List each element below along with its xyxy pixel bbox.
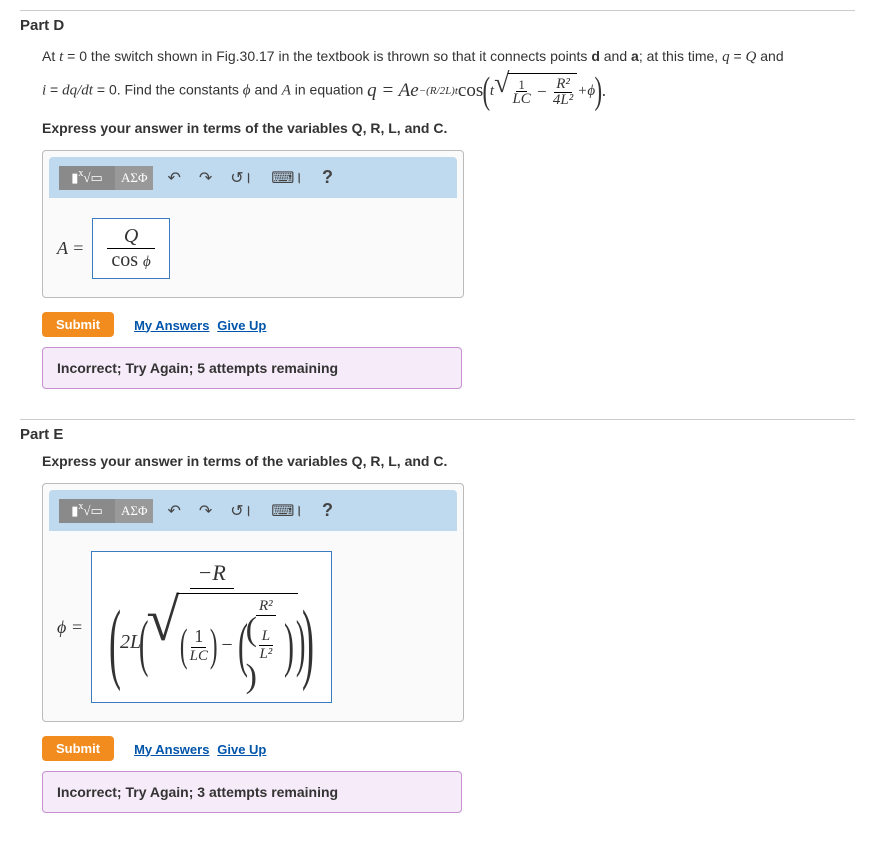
LC-e: LC [187, 648, 211, 665]
part-d-title: Part D [20, 17, 855, 34]
eq-cos: cos [458, 72, 483, 110]
lbracket2: ( [139, 617, 149, 668]
txt: ; at this time, [639, 48, 722, 64]
point-a: a [631, 48, 639, 64]
var-q: q [722, 49, 730, 65]
undo-icon[interactable]: ↶ [163, 166, 184, 190]
answer-row-d: A = Q cos ϕ [43, 204, 463, 297]
undo-icon-e[interactable]: ↶ [163, 499, 184, 523]
actions-e: Submit My Answers Give Up [42, 736, 855, 761]
lbracket1: ( [109, 607, 121, 679]
eq-lhs: q = Ae [367, 72, 419, 110]
txt: and [600, 48, 631, 64]
template-buttons-e[interactable]: ▮x√▭ ΑΣΦ [59, 499, 153, 523]
answer-input-d[interactable]: Q cos ϕ [92, 218, 169, 279]
my-answers-link-e[interactable]: My Answers [134, 742, 209, 757]
dqdt: dq/dt [62, 83, 93, 99]
rparen: ) [595, 80, 603, 103]
keyboard-icon[interactable]: ⌨꠰ [267, 166, 308, 190]
answer-box-d: ▮x√▭ ΑΣΦ ↶ ↷ ↺꠰ ⌨꠰ ? A = Q cos ϕ [42, 150, 464, 298]
redo-icon[interactable]: ↷ [195, 166, 216, 190]
submit-button-e[interactable]: Submit [42, 736, 114, 761]
redo-icon-e[interactable]: ↷ [195, 499, 216, 523]
help-icon[interactable]: ? [318, 165, 337, 190]
one: 1 [516, 78, 527, 92]
L-e: L [259, 628, 273, 646]
label-A: A = [57, 238, 84, 259]
templates-icon[interactable]: ▮x√▭ [59, 166, 115, 190]
part-e-title: Part E [20, 426, 855, 443]
lb3: ( [180, 627, 188, 664]
toolbar-e: ▮x√▭ ΑΣΦ ↶ ↷ ↺꠰ ⌨꠰ ? [49, 490, 457, 531]
var-i: i [42, 83, 46, 99]
sqrt: 1LC − R²4L² [494, 73, 577, 109]
feedback-d: Incorrect; Try Again; 5 attempts remaini… [42, 347, 462, 389]
plusphi: +ϕ [577, 76, 595, 106]
answer-row-e: ϕ = −R ( 2L ( ( [43, 537, 463, 721]
lparen: ( [483, 80, 491, 103]
rb3: ) [210, 627, 218, 664]
reset-icon-e[interactable]: ↺꠰ [226, 499, 257, 523]
lb4: ( [238, 621, 248, 669]
point-d: d [591, 48, 600, 64]
one-e: 1 [191, 626, 206, 648]
rb4: ) [284, 621, 294, 669]
express-d: Express your answer in terms of the vari… [42, 120, 855, 136]
txt: in equation [291, 82, 367, 98]
help-icon-e[interactable]: ? [318, 498, 337, 523]
actions-d: Submit My Answers Give Up [42, 312, 855, 337]
templates-icon-e[interactable]: ▮x√▭ [59, 499, 115, 523]
answer-input-e[interactable]: −R ( 2L ( ( 1LC ) − [91, 551, 332, 703]
R2: R² [554, 77, 572, 93]
txt: = 0. Find the constants [93, 82, 243, 98]
txt: = 0 the switch shown in Fig.30.17 in the… [63, 48, 591, 64]
eq-exp: −(R/2L)t [419, 80, 458, 102]
my-answers-link-d[interactable]: My Answers [134, 318, 209, 333]
reset-icon[interactable]: ↺꠰ [226, 166, 257, 190]
txt: and [756, 48, 783, 64]
L2-e: L² [256, 646, 275, 663]
greek-button[interactable]: ΑΣΦ [115, 166, 153, 190]
txt: At [42, 48, 59, 64]
submit-button-d[interactable]: Submit [42, 312, 114, 337]
4L2: 4L² [551, 93, 575, 108]
var-phi: ϕ [243, 83, 251, 99]
label-phi: ϕ = [57, 617, 83, 638]
part-e: Part E Express your answer in terms of t… [20, 419, 855, 813]
answer-num: Q [107, 225, 154, 249]
txt: and [251, 82, 282, 98]
answer-box-e: ▮x√▭ ΑΣΦ ↶ ↷ ↺꠰ ⌨꠰ ? ϕ = −R ( [42, 483, 464, 722]
feedback-e: Incorrect; Try Again; 3 attempts remaini… [42, 771, 462, 813]
rbracket1: ) [302, 607, 314, 679]
part-d: Part D At t = 0 the switch shown in Fig.… [20, 10, 855, 389]
var-Q: Q [746, 49, 757, 65]
toolbar-d: ▮x√▭ ΑΣΦ ↶ ↷ ↺꠰ ⌨꠰ ? [49, 157, 457, 198]
R2-e: R² [256, 598, 276, 616]
greek-button-e[interactable]: ΑΣΦ [115, 499, 153, 523]
LC: LC [510, 92, 532, 107]
keyboard-icon-e[interactable]: ⌨꠰ [267, 499, 308, 523]
template-buttons[interactable]: ▮x√▭ ΑΣΦ [59, 166, 153, 190]
var-A: A [282, 83, 291, 99]
give-up-link-d[interactable]: Give Up [217, 318, 266, 333]
equation: q = Ae−(R/2L)t cos ( t 1LC − R²4L² +ϕ ). [367, 72, 606, 110]
minus: − [221, 634, 232, 657]
give-up-link-e[interactable]: Give Up [217, 742, 266, 757]
express-e: Express your answer in terms of the vari… [42, 453, 855, 469]
sqrt-e: ( 1LC ) − ( R² ( [146, 593, 298, 692]
problem-text-d: At t = 0 the switch shown in Fig.30.17 i… [42, 42, 855, 110]
top-R: −R [190, 558, 234, 589]
